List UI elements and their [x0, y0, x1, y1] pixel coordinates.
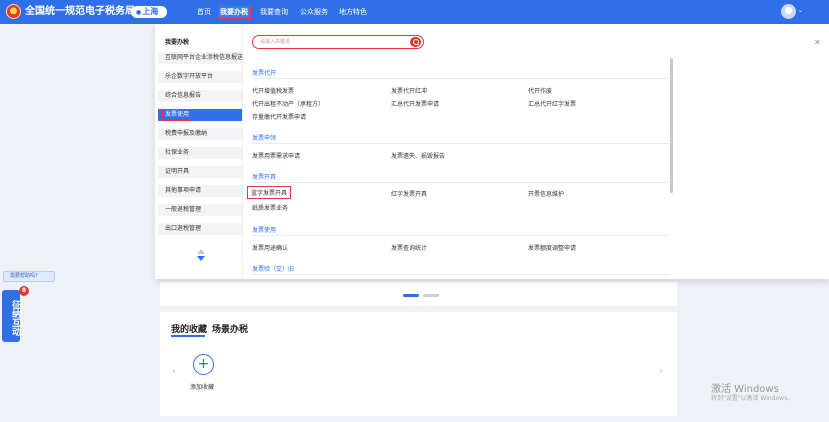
menu-scrollbar[interactable]: [670, 58, 673, 193]
chevron-down-icon[interactable]: ⌄: [798, 7, 803, 14]
category-panel-title: 我要办税: [165, 39, 190, 46]
category-scroll-control[interactable]: [197, 249, 205, 263]
category-item[interactable]: 出口退税管理: [158, 223, 242, 235]
category-item[interactable]: 综合信息报告: [158, 90, 242, 102]
windows-activation-hint: 转到"设置"以激活 Windows。: [711, 395, 794, 402]
menu-link[interactable]: 发票用票需求申请: [252, 151, 300, 160]
carousel-indicator: [403, 294, 439, 297]
category-item-label: 发票使用: [162, 109, 193, 121]
category-item[interactable]: 其他事项申请: [158, 185, 242, 197]
menu-link[interactable]: 代开作废: [528, 86, 552, 95]
close-icon[interactable]: ✕: [814, 38, 821, 47]
tab-active-underline: [171, 335, 205, 337]
menu-search-input[interactable]: [260, 37, 400, 47]
nav-public-service[interactable]: 公众服务: [297, 5, 331, 19]
menu-link[interactable]: 代开出租不动产（承租方）: [252, 99, 324, 108]
category-item[interactable]: 一般退税管理: [158, 204, 242, 216]
section-divider: [252, 235, 670, 236]
menu-search-box: [252, 35, 424, 49]
menu-link[interactable]: 发票代开红冲: [391, 86, 427, 95]
nav-local-features[interactable]: 地方特色: [336, 5, 370, 19]
interaction-side-tab[interactable]: 征纳互动: [2, 290, 20, 342]
menu-link[interactable]: 发票额度调整申请: [528, 243, 576, 252]
menu-link[interactable]: 发票遗失、损毁报告: [391, 151, 445, 160]
tax-emblem-icon: [6, 4, 21, 19]
menu-link[interactable]: 汇总代开红字发票: [528, 99, 576, 108]
category-item[interactable]: 互联网平台企业涉税信息报送: [158, 52, 242, 64]
category-item[interactable]: 社保业务: [158, 147, 242, 159]
nav-tax-handling[interactable]: 我要办税: [217, 5, 251, 19]
menu-link[interactable]: 代开增值税发票: [252, 86, 294, 95]
section-title: 发票使用: [252, 227, 277, 234]
site-title[interactable]: 全国统一规范电子税务局: [25, 6, 135, 18]
chevron-left-icon[interactable]: ‹: [172, 366, 176, 377]
blue-invoice-issue-link[interactable]: 蓝字发票开具: [247, 186, 292, 199]
search-icon[interactable]: [410, 37, 421, 47]
menu-link[interactable]: 汇总代开发票申请: [391, 99, 439, 108]
category-item-invoice-use[interactable]: 发票使用: [158, 109, 242, 121]
section-title: 发票验（交）旧: [252, 266, 295, 273]
section-divider: [252, 182, 670, 183]
category-item[interactable]: 乐企数字开放平台: [158, 71, 242, 83]
section-title: 发票申领: [252, 135, 277, 142]
section-divider: [252, 143, 670, 144]
notification-badge: 8: [19, 286, 29, 296]
section-title: 发票代开: [252, 70, 277, 77]
menu-link[interactable]: 开票信息维护: [528, 189, 564, 198]
category-item[interactable]: 证明开具: [158, 166, 242, 178]
carousel-dot[interactable]: [423, 294, 439, 297]
menu-link[interactable]: 红字发票开具: [391, 189, 427, 198]
tab-my-favorites[interactable]: 我的收藏: [171, 322, 207, 335]
help-mini-box[interactable]: 需要帮助吗?: [3, 271, 55, 282]
category-item[interactable]: 税费申报及缴纳: [158, 128, 242, 140]
add-favorite-label: 添加收藏: [190, 384, 215, 391]
tab-scenario-tax[interactable]: 场景办税: [212, 322, 248, 335]
section-divider: [252, 274, 670, 275]
location-pin-icon: ●: [136, 9, 142, 16]
scroll-up-icon[interactable]: [197, 249, 205, 254]
section-divider: [252, 78, 670, 79]
chevron-right-icon[interactable]: ›: [659, 366, 663, 377]
scroll-down-icon[interactable]: [197, 256, 205, 261]
add-favorite-button[interactable]: +: [193, 354, 214, 375]
nav-home[interactable]: 首页: [193, 5, 215, 19]
menu-link[interactable]: 纸质发票业务: [252, 203, 288, 212]
carousel-dot-active[interactable]: [403, 294, 419, 297]
city-label: 上海: [142, 7, 159, 16]
user-avatar-icon[interactable]: [781, 4, 796, 19]
city-selector[interactable]: ●上海: [131, 6, 167, 18]
nav-query[interactable]: 我要查询: [257, 5, 291, 19]
menu-link[interactable]: 发票查询统计: [391, 243, 427, 252]
menu-link[interactable]: 发票用途确认: [252, 243, 288, 252]
section-title: 发票开具: [252, 174, 277, 181]
menu-link[interactable]: 存量缴代开发票申请: [252, 112, 306, 121]
